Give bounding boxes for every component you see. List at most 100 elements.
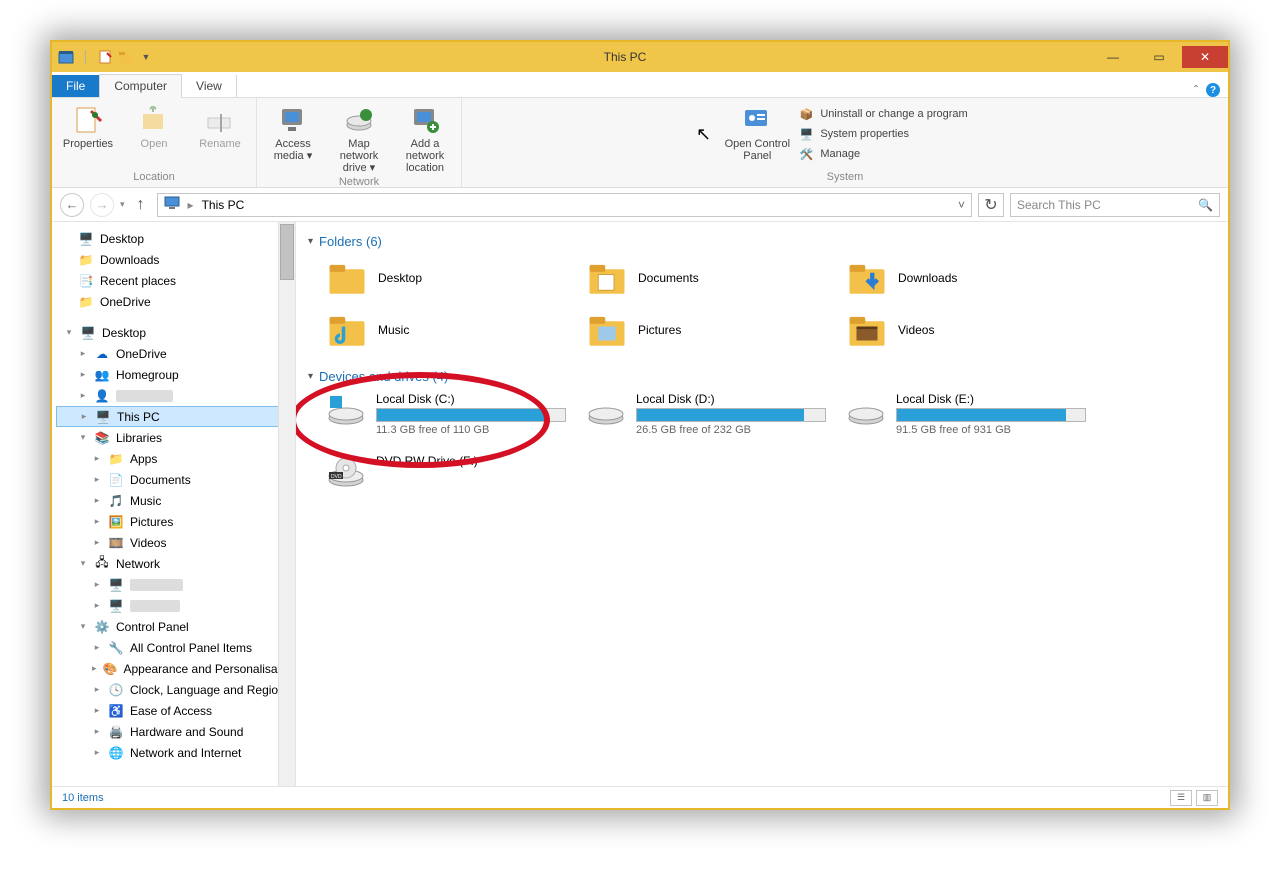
drive-icon (846, 392, 886, 428)
ribbon-group-network: Access media ▾ Map network drive ▾ Add a… (257, 98, 462, 187)
maximize-button[interactable]: ▭ (1136, 46, 1182, 68)
help-icon[interactable]: ? (1206, 83, 1220, 97)
ribbon-collapse-icon[interactable]: ˆ (1194, 83, 1198, 97)
access-media-button[interactable]: Access media ▾ (265, 102, 321, 174)
tree-homegroup[interactable]: ▸👥Homegroup (56, 364, 295, 385)
search-icon: 🔍 (1198, 198, 1213, 212)
nav-history-dropdown[interactable]: ▾ (120, 199, 125, 210)
tree-pictures[interactable]: ▸🖼️Pictures (56, 511, 295, 532)
nav-up-button[interactable]: ↑ (131, 196, 151, 214)
tab-computer[interactable]: Computer (99, 74, 182, 98)
drive-e[interactable]: Local Disk (E:) 91.5 GB free of 931 GB (846, 392, 1086, 436)
manage-link[interactable]: 🛠️Manage (798, 146, 860, 162)
tree-onedrive[interactable]: ▸☁OneDrive (56, 343, 295, 364)
tree-network[interactable]: ▾🖧Network (56, 553, 295, 574)
drive-c[interactable]: Local Disk (C:) 11.3 GB free of 110 GB (326, 392, 566, 436)
folder-music[interactable]: Music (326, 309, 556, 351)
tree-cp-clock[interactable]: ▸🕓Clock, Language and Region (56, 679, 295, 700)
status-bar: 10 items ☰ ▥ (52, 786, 1228, 808)
computer-icon (164, 196, 180, 213)
tree-network-pc2[interactable]: ▸🖥️ (56, 595, 295, 616)
system-properties-link[interactable]: 🖥️System properties (798, 126, 909, 142)
open-button: Open (126, 102, 182, 169)
tree-onedrive-fav[interactable]: 📁OneDrive (56, 291, 295, 312)
content-pane[interactable]: ▾Folders (6) Desktop Documents Downloads (296, 222, 1228, 786)
drive-e-free: 91.5 GB free of 931 GB (896, 424, 1086, 436)
drive-d-usage-bar (636, 408, 826, 422)
folder-videos[interactable]: Videos (846, 309, 1076, 351)
ribbon-group-system-label: System (827, 169, 864, 187)
drive-icon (586, 392, 626, 428)
sidebar-scrollbar[interactable] (278, 222, 295, 786)
qat-newfolder-icon[interactable] (118, 49, 134, 65)
ribbon-group-system: Open Control Panel 📦Uninstall or change … (462, 98, 1228, 187)
drive-d-free: 26.5 GB free of 232 GB (636, 424, 826, 436)
ribbon-group-location: Properties Open Rename Location (52, 98, 257, 187)
drive-icon (326, 392, 366, 428)
tree-desktop-fav[interactable]: 🖥️Desktop (56, 228, 295, 249)
explorer-window: │ ▼ This PC — ▭ ✕ File Computer View ˆ ? (50, 40, 1230, 810)
tab-file[interactable]: File (52, 75, 99, 97)
refresh-button[interactable]: ↻ (978, 193, 1004, 217)
tree-documents[interactable]: ▸📄Documents (56, 469, 295, 490)
drive-d[interactable]: Local Disk (D:) 26.5 GB free of 232 GB (586, 392, 826, 436)
breadcrumb-this-pc[interactable]: This PC (202, 198, 245, 212)
nav-tree[interactable]: 🖥️Desktop 📁Downloads 📑Recent places 📁One… (52, 222, 296, 786)
section-drives-header[interactable]: ▾Devices and drives (4) (308, 369, 1216, 384)
view-details-button[interactable]: ☰ (1170, 790, 1192, 806)
tree-cp-network[interactable]: ▸🌐Network and Internet (56, 742, 295, 763)
folder-downloads[interactable]: Downloads (846, 257, 1076, 299)
ribbon: Properties Open Rename Location Access m… (52, 98, 1228, 188)
app-icon (58, 49, 74, 65)
folder-pictures[interactable]: Pictures (586, 309, 816, 351)
uninstall-program-link[interactable]: 📦Uninstall or change a program (798, 106, 967, 122)
tree-apps[interactable]: ▸📁Apps (56, 448, 295, 469)
tree-user[interactable]: ▸👤 (56, 385, 295, 406)
folder-desktop[interactable]: Desktop (326, 257, 556, 299)
map-network-drive-button[interactable]: Map network drive ▾ (331, 102, 387, 174)
tree-desktop-root[interactable]: ▾🖥️Desktop (56, 322, 295, 343)
section-folders-header[interactable]: ▾Folders (6) (308, 234, 1216, 249)
drive-e-label: Local Disk (E:) (896, 392, 1086, 406)
qat-properties-icon[interactable] (98, 49, 114, 65)
address-dropdown-icon[interactable]: ˅ (958, 198, 965, 212)
rename-button: Rename (192, 102, 248, 169)
drive-f[interactable]: DVD DVD RW Drive (F:) (326, 454, 566, 490)
drive-d-label: Local Disk (D:) (636, 392, 826, 406)
add-network-location-button[interactable]: Add a network location (397, 102, 453, 174)
open-control-panel-button[interactable]: Open Control Panel (722, 102, 792, 169)
tree-control-panel[interactable]: ▾⚙️Control Panel (56, 616, 295, 637)
drive-c-usage-bar (376, 408, 566, 422)
view-icons-button[interactable]: ▥ (1196, 790, 1218, 806)
tree-cp-ease[interactable]: ▸♿Ease of Access (56, 700, 295, 721)
tree-videos[interactable]: ▸🎞️Videos (56, 532, 295, 553)
drive-c-free: 11.3 GB free of 110 GB (376, 424, 566, 436)
ribbon-tabs: File Computer View ˆ ? (52, 72, 1228, 98)
tree-recent-places[interactable]: 📑Recent places (56, 270, 295, 291)
address-bar[interactable]: ▸ This PC ˅ (157, 193, 972, 217)
tree-cp-appearance[interactable]: ▸🎨Appearance and Personalisation (56, 658, 295, 679)
dvd-icon: DVD (326, 454, 366, 490)
close-button[interactable]: ✕ (1182, 46, 1228, 68)
tree-downloads-fav[interactable]: 📁Downloads (56, 249, 295, 270)
minimize-button[interactable]: — (1090, 46, 1136, 68)
tree-network-pc1[interactable]: ▸🖥️ (56, 574, 295, 595)
properties-button[interactable]: Properties (60, 102, 116, 169)
tab-view[interactable]: View (182, 75, 237, 97)
drive-f-label: DVD RW Drive (F:) (376, 454, 566, 468)
drive-e-usage-bar (896, 408, 1086, 422)
svg-text:DVD: DVD (331, 474, 342, 480)
nav-back-button[interactable]: ← (60, 193, 84, 217)
tree-cp-all[interactable]: ▸🔧All Control Panel Items (56, 637, 295, 658)
tree-music[interactable]: ▸🎵Music (56, 490, 295, 511)
titlebar[interactable]: │ ▼ This PC — ▭ ✕ (52, 42, 1228, 72)
search-input[interactable]: Search This PC 🔍 (1010, 193, 1220, 217)
tree-cp-hardware[interactable]: ▸🖨️Hardware and Sound (56, 721, 295, 742)
qat-dropdown-icon[interactable]: ▼ (138, 49, 154, 65)
tree-libraries[interactable]: ▾📚Libraries (56, 427, 295, 448)
tree-this-pc[interactable]: ▸🖥️This PC (56, 406, 295, 427)
ribbon-group-location-label: Location (133, 169, 175, 187)
window-title: This PC (160, 50, 1090, 64)
status-item-count: 10 items (62, 792, 104, 804)
folder-documents[interactable]: Documents (586, 257, 816, 299)
